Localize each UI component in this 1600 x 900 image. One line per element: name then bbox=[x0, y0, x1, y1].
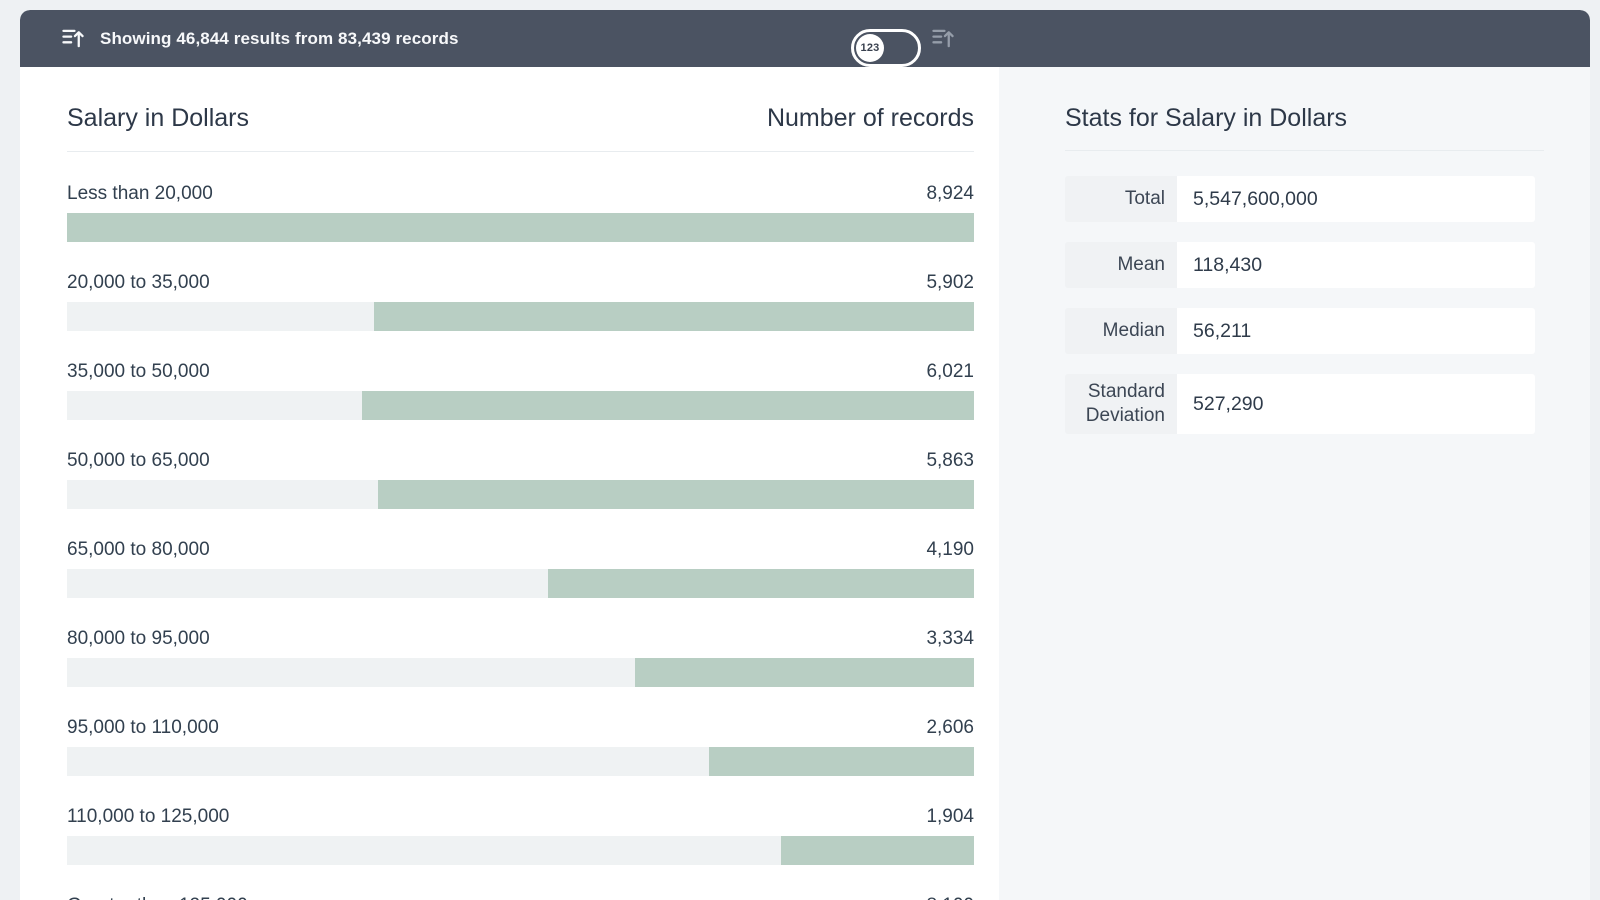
bin-count: 8,100 bbox=[926, 894, 974, 900]
bar-track[interactable] bbox=[67, 569, 974, 598]
stats-panel: Stats for Salary in Dollars Total 5,547,… bbox=[999, 67, 1590, 900]
stat-value: 5,547,600,000 bbox=[1177, 176, 1535, 222]
top-status-bar: Showing 46,844 results from 83,439 recor… bbox=[20, 10, 1590, 67]
stat-row: Mean 118,430 bbox=[1065, 242, 1535, 288]
bin-count: 8,924 bbox=[926, 182, 974, 205]
bin-label: Less than 20,000 bbox=[67, 182, 213, 205]
bin-count: 6,021 bbox=[926, 360, 974, 383]
bin-label: 20,000 to 35,000 bbox=[67, 271, 210, 294]
results-status: Showing 46,844 results from 83,439 recor… bbox=[62, 10, 459, 67]
stat-value: 527,290 bbox=[1177, 374, 1535, 434]
bar-fill bbox=[362, 391, 974, 420]
bar-track[interactable] bbox=[67, 747, 974, 776]
content-area: Salary in Dollars Number of records Less… bbox=[20, 67, 1590, 900]
bar-fill bbox=[709, 747, 974, 776]
histogram-row[interactable]: 35,000 to 50,000 6,021 bbox=[67, 360, 974, 420]
stat-value: 56,211 bbox=[1177, 308, 1535, 354]
histogram-row[interactable]: 50,000 to 65,000 5,863 bbox=[67, 449, 974, 509]
bin-count: 5,863 bbox=[926, 449, 974, 472]
histogram-row[interactable]: 20,000 to 35,000 5,902 bbox=[67, 271, 974, 331]
chart-value-header: Number of records bbox=[767, 103, 974, 133]
bar-fill bbox=[67, 213, 974, 242]
sort-order-icon[interactable] bbox=[932, 28, 955, 49]
bin-count: 4,190 bbox=[926, 538, 974, 561]
chart-header: Salary in Dollars Number of records bbox=[67, 103, 974, 152]
bar-fill bbox=[378, 480, 974, 509]
bin-label: 50,000 to 65,000 bbox=[67, 449, 210, 472]
bin-count: 1,904 bbox=[926, 805, 974, 828]
histogram-row[interactable]: Less than 20,000 8,924 bbox=[67, 182, 974, 242]
stat-row: Median 56,211 bbox=[1065, 308, 1535, 354]
histogram-rows: Less than 20,000 8,924 20,000 to 35,000 … bbox=[67, 182, 974, 900]
bar-track[interactable] bbox=[67, 658, 974, 687]
histogram-row[interactable]: 65,000 to 80,000 4,190 bbox=[67, 538, 974, 598]
stat-row: Total 5,547,600,000 bbox=[1065, 176, 1535, 222]
bar-track[interactable] bbox=[67, 302, 974, 331]
bin-count: 5,902 bbox=[926, 271, 974, 294]
results-count-text: Showing 46,844 results from 83,439 recor… bbox=[100, 29, 459, 49]
bar-fill bbox=[374, 302, 974, 331]
stat-label: Total bbox=[1065, 176, 1177, 222]
histogram-row[interactable]: 80,000 to 95,000 3,334 bbox=[67, 627, 974, 687]
bar-track[interactable] bbox=[67, 480, 974, 509]
stats-title: Stats for Salary in Dollars bbox=[1065, 103, 1544, 133]
bin-label: 95,000 to 110,000 bbox=[67, 716, 219, 739]
stats-rows: Total 5,547,600,000 Mean 118,430 Median … bbox=[1065, 176, 1535, 434]
bin-label: 110,000 to 125,000 bbox=[67, 805, 229, 828]
number-format-toggle-knob[interactable]: 123 bbox=[856, 34, 884, 62]
stat-row: Standard Deviation 527,290 bbox=[1065, 374, 1535, 434]
bar-track[interactable] bbox=[67, 836, 974, 865]
chart-title: Salary in Dollars bbox=[67, 103, 249, 133]
bar-fill bbox=[548, 569, 974, 598]
bin-count: 3,334 bbox=[926, 627, 974, 650]
app-window: Showing 46,844 results from 83,439 recor… bbox=[20, 10, 1590, 900]
histogram-row[interactable]: Greater than 125,000 8,100 bbox=[67, 894, 974, 900]
bar-track[interactable] bbox=[67, 391, 974, 420]
histogram-row[interactable]: 110,000 to 125,000 1,904 bbox=[67, 805, 974, 865]
stat-label: Median bbox=[1065, 308, 1177, 354]
stat-label: Standard Deviation bbox=[1065, 374, 1177, 434]
bin-label: Greater than 125,000 bbox=[67, 894, 248, 900]
bar-fill bbox=[635, 658, 974, 687]
bin-count: 2,606 bbox=[926, 716, 974, 739]
stats-divider bbox=[1065, 150, 1544, 151]
bin-label: 35,000 to 50,000 bbox=[67, 360, 210, 383]
stat-label: Mean bbox=[1065, 242, 1177, 288]
number-format-toggle[interactable]: 123 bbox=[851, 29, 921, 67]
bin-label: 65,000 to 80,000 bbox=[67, 538, 210, 561]
histogram-panel: Salary in Dollars Number of records Less… bbox=[20, 67, 999, 900]
bin-label: 80,000 to 95,000 bbox=[67, 627, 210, 650]
bar-fill bbox=[781, 836, 974, 865]
stat-value: 118,430 bbox=[1177, 242, 1535, 288]
bar-track[interactable] bbox=[67, 213, 974, 242]
sort-results-icon bbox=[62, 28, 85, 49]
histogram-row[interactable]: 95,000 to 110,000 2,606 bbox=[67, 716, 974, 776]
